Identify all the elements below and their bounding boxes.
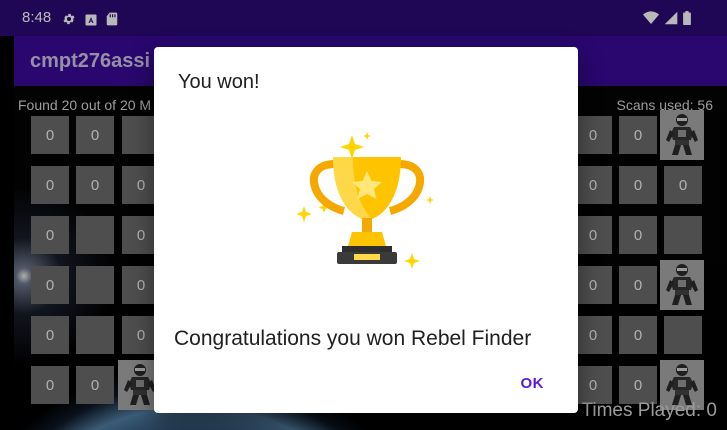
- trophy-icon: [292, 126, 442, 286]
- win-dialog: You won! Congratulations you won Rebel F…: [154, 47, 578, 413]
- dialog-message: Congratulations you won Rebel Finder: [174, 327, 532, 350]
- dialog-title: You won!: [178, 71, 260, 93]
- ok-button[interactable]: OK: [521, 375, 545, 392]
